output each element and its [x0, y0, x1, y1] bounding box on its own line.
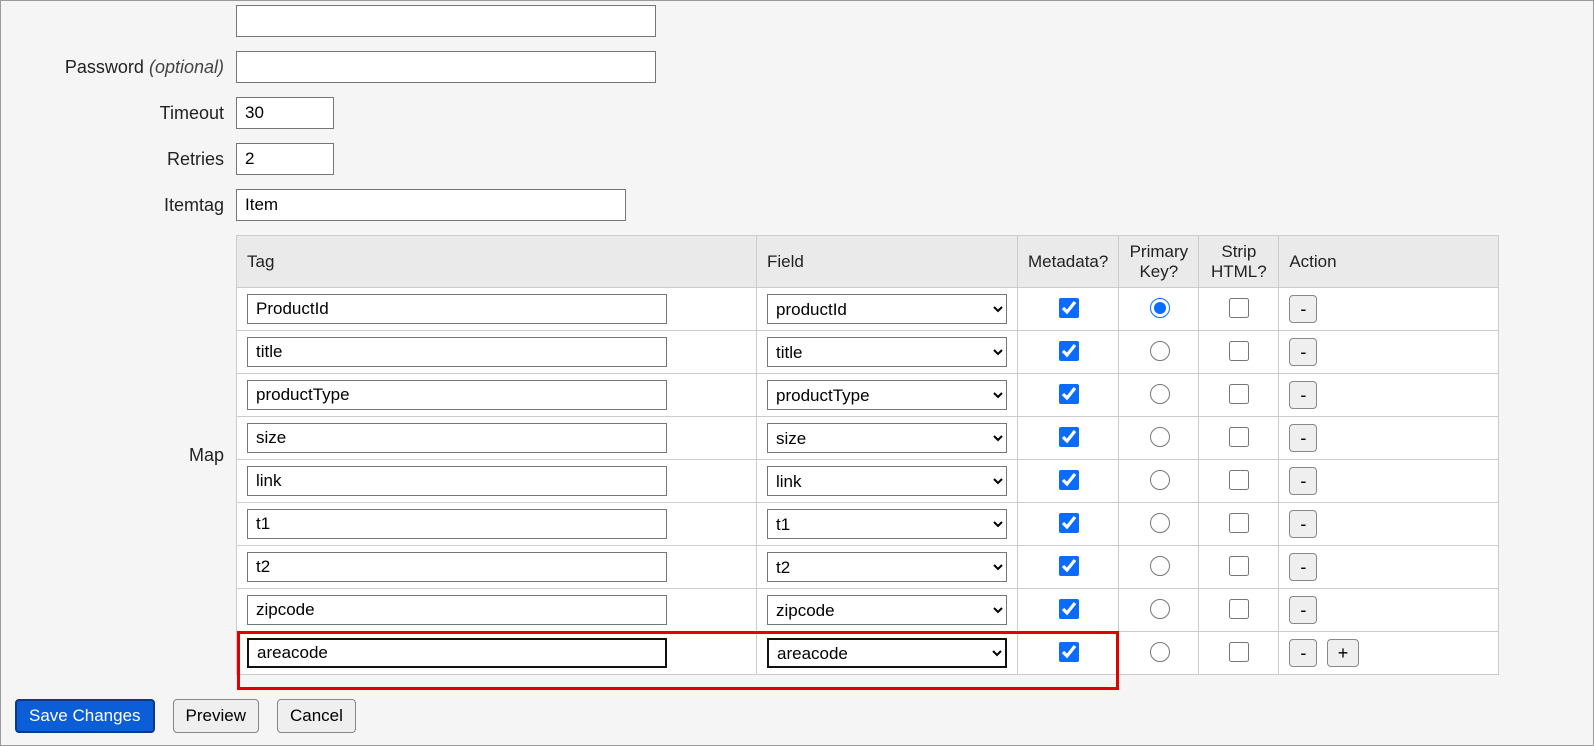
th-action: Action: [1279, 236, 1499, 288]
cancel-button[interactable]: Cancel: [277, 699, 356, 733]
tag-input[interactable]: [247, 380, 667, 410]
metadata-checkbox[interactable]: [1059, 470, 1079, 490]
table-row: zipcode -: [237, 589, 1499, 632]
row-timeout: Timeout: [11, 97, 1583, 129]
field-select[interactable]: title: [767, 337, 1007, 367]
row-password: Password (optional): [11, 51, 1583, 83]
metadata-checkbox[interactable]: [1059, 341, 1079, 361]
remove-row-button[interactable]: -: [1289, 338, 1317, 366]
input-top-hidden[interactable]: [236, 5, 656, 37]
th-tag: Tag: [237, 236, 757, 288]
remove-row-button[interactable]: -: [1289, 467, 1317, 495]
th-striphtml: Strip HTML?: [1199, 236, 1279, 288]
primarykey-radio[interactable]: [1150, 298, 1170, 318]
tag-input[interactable]: [247, 294, 667, 324]
primarykey-radio[interactable]: [1150, 384, 1170, 404]
remove-row-button[interactable]: -: [1289, 510, 1317, 538]
footer-buttons: Save Changes Preview Cancel: [11, 699, 1583, 733]
itemtag-input[interactable]: [236, 189, 626, 221]
table-row: size -: [237, 417, 1499, 460]
save-button[interactable]: Save Changes: [15, 699, 155, 733]
primarykey-radio[interactable]: [1150, 427, 1170, 447]
striphtml-checkbox[interactable]: [1229, 384, 1249, 404]
metadata-checkbox[interactable]: [1059, 599, 1079, 619]
map-table-wrap: Tag Field Metadata? Primary Key? Strip H…: [236, 235, 1499, 675]
metadata-checkbox[interactable]: [1059, 642, 1079, 662]
primarykey-radio[interactable]: [1150, 470, 1170, 490]
table-row: title -: [237, 331, 1499, 374]
striphtml-checkbox[interactable]: [1229, 427, 1249, 447]
primarykey-radio[interactable]: [1150, 556, 1170, 576]
metadata-checkbox[interactable]: [1059, 298, 1079, 318]
retries-input[interactable]: [236, 143, 334, 175]
striphtml-checkbox[interactable]: [1229, 298, 1249, 318]
config-panel: Password (optional) Timeout Retries Item…: [0, 0, 1594, 746]
table-row: t1 -: [237, 503, 1499, 546]
table-row: areacode - +: [237, 632, 1499, 675]
field-select[interactable]: productType: [767, 380, 1007, 410]
field-select[interactable]: productId: [767, 294, 1007, 324]
remove-row-button[interactable]: -: [1289, 295, 1317, 323]
metadata-checkbox[interactable]: [1059, 384, 1079, 404]
striphtml-checkbox[interactable]: [1229, 513, 1249, 533]
striphtml-checkbox[interactable]: [1229, 642, 1249, 662]
th-primarykey: Primary Key?: [1119, 236, 1199, 288]
remove-row-button[interactable]: -: [1289, 381, 1317, 409]
primarykey-radio[interactable]: [1150, 341, 1170, 361]
field-select[interactable]: t1: [767, 509, 1007, 539]
table-row: productId -: [237, 288, 1499, 331]
field-select[interactable]: t2: [767, 552, 1007, 582]
label-retries: Retries: [11, 149, 236, 170]
remove-row-button[interactable]: -: [1289, 553, 1317, 581]
label-timeout: Timeout: [11, 103, 236, 124]
preview-button[interactable]: Preview: [173, 699, 259, 733]
primarykey-radio[interactable]: [1150, 599, 1170, 619]
password-input[interactable]: [236, 51, 656, 83]
tag-input[interactable]: [247, 423, 667, 453]
label-password: Password (optional): [11, 57, 236, 78]
map-table: Tag Field Metadata? Primary Key? Strip H…: [236, 235, 1499, 675]
remove-row-button[interactable]: -: [1289, 424, 1317, 452]
table-row: link -: [237, 460, 1499, 503]
primarykey-radio[interactable]: [1150, 642, 1170, 662]
tag-input[interactable]: [247, 638, 667, 668]
striphtml-checkbox[interactable]: [1229, 599, 1249, 619]
th-field: Field: [757, 236, 1018, 288]
remove-row-button[interactable]: -: [1289, 639, 1317, 667]
field-select[interactable]: zipcode: [767, 595, 1007, 625]
metadata-checkbox[interactable]: [1059, 427, 1079, 447]
label-itemtag: Itemtag: [11, 195, 236, 216]
striphtml-checkbox[interactable]: [1229, 556, 1249, 576]
table-row: productType -: [237, 374, 1499, 417]
field-select[interactable]: areacode: [767, 638, 1007, 668]
row-map: Map Tag Field Metadata? Primary Key? Str…: [11, 235, 1583, 675]
metadata-checkbox[interactable]: [1059, 556, 1079, 576]
row-retries: Retries: [11, 143, 1583, 175]
tag-input[interactable]: [247, 552, 667, 582]
tag-input[interactable]: [247, 337, 667, 367]
metadata-checkbox[interactable]: [1059, 513, 1079, 533]
tag-input[interactable]: [247, 595, 667, 625]
th-metadata: Metadata?: [1018, 236, 1119, 288]
tag-input[interactable]: [247, 509, 667, 539]
tag-input[interactable]: [247, 466, 667, 496]
timeout-input[interactable]: [236, 97, 334, 129]
field-select[interactable]: size: [767, 423, 1007, 453]
row-partial-top: [11, 1, 1583, 37]
field-select[interactable]: link: [767, 466, 1007, 496]
label-map: Map: [11, 445, 236, 466]
striphtml-checkbox[interactable]: [1229, 470, 1249, 490]
row-itemtag: Itemtag: [11, 189, 1583, 221]
add-row-button[interactable]: +: [1327, 639, 1360, 667]
table-row: t2 -: [237, 546, 1499, 589]
remove-row-button[interactable]: -: [1289, 596, 1317, 624]
striphtml-checkbox[interactable]: [1229, 341, 1249, 361]
primarykey-radio[interactable]: [1150, 513, 1170, 533]
